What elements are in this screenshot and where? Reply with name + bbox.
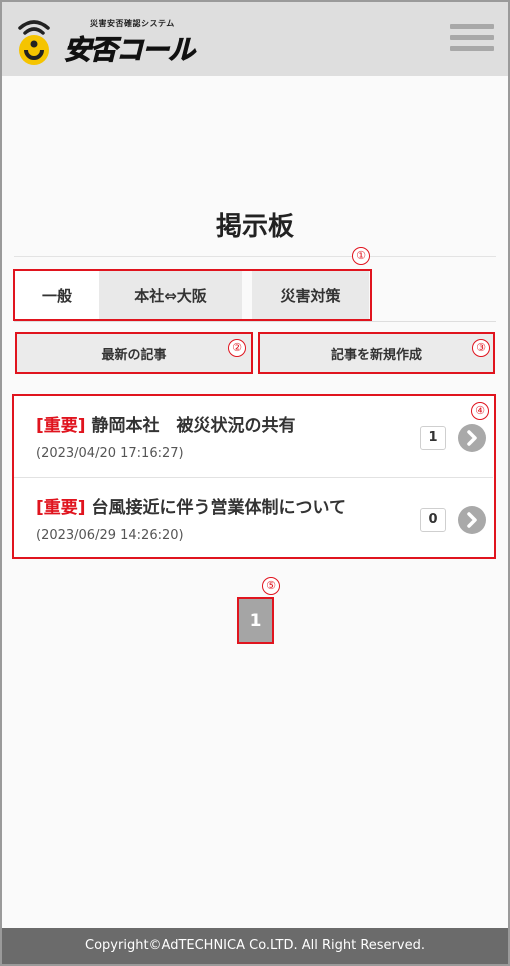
annotation-marker-5: ⑤ xyxy=(262,577,280,595)
page-title: 掲示板 xyxy=(215,212,294,242)
chevron-right-icon[interactable] xyxy=(458,424,486,452)
tab-head-office-osaka[interactable]: 本社⇔大阪 xyxy=(99,271,242,319)
post-date: (2023/06/29 14:26:20) xyxy=(36,528,184,543)
importance-tag: [重要] xyxy=(36,416,86,436)
post-list: [重要] 静岡本社 被災状況の共有 (2023/04/20 17:16:27) … xyxy=(12,394,496,559)
list-item[interactable]: [重要] 台風接近に伴う営業体制について (2023/06/29 14:26:2… xyxy=(14,477,493,557)
hamburger-menu-icon[interactable] xyxy=(450,24,494,56)
latest-posts-button[interactable]: 最新の記事 xyxy=(15,332,253,374)
annotation-marker-4: ④ xyxy=(471,402,489,420)
logo-icon xyxy=(18,20,50,65)
latest-posts-label: 最新の記事 xyxy=(101,347,167,363)
annotation-marker-1: ① xyxy=(352,247,370,265)
divider xyxy=(14,321,496,322)
post-title-text: 静岡本社 被災状況の共有 xyxy=(91,416,296,436)
list-item[interactable]: [重要] 静岡本社 被災状況の共有 (2023/04/20 17:16:27) … xyxy=(14,396,493,476)
importance-tag: [重要] xyxy=(36,498,86,518)
annotation-marker-2: ② xyxy=(228,339,246,357)
post-date: (2023/04/20 17:16:27) xyxy=(36,446,184,461)
comment-count-badge: 1 xyxy=(420,426,446,450)
tab-general[interactable]: 一般 xyxy=(15,271,99,319)
new-post-label: 記事を新規作成 xyxy=(330,347,422,363)
annotation-marker-3: ③ xyxy=(472,339,490,357)
logo-title: 安否コール xyxy=(64,35,196,67)
post-title: [重要] 静岡本社 被災状況の共有 xyxy=(36,411,295,436)
post-title: [重要] 台風接近に伴う営業体制について xyxy=(36,493,346,518)
new-post-button[interactable]: 記事を新規作成 xyxy=(258,332,495,374)
footer-copyright: Copyright©AdTECHNICA Co.LTD. All Right R… xyxy=(2,928,508,964)
chevron-right-icon[interactable] xyxy=(458,506,486,534)
app-header: 災害安否確認システム 安否コール xyxy=(2,2,508,76)
divider xyxy=(14,256,496,257)
pagination-page-1[interactable]: 1 xyxy=(237,597,274,644)
category-tabs: 一般 本社⇔大阪 災害対策 xyxy=(13,269,372,321)
comment-count-badge: 0 xyxy=(420,508,446,532)
post-title-text: 台風接近に伴う営業体制について xyxy=(91,498,346,518)
tab-disaster-measures[interactable]: 災害対策 xyxy=(252,271,369,319)
